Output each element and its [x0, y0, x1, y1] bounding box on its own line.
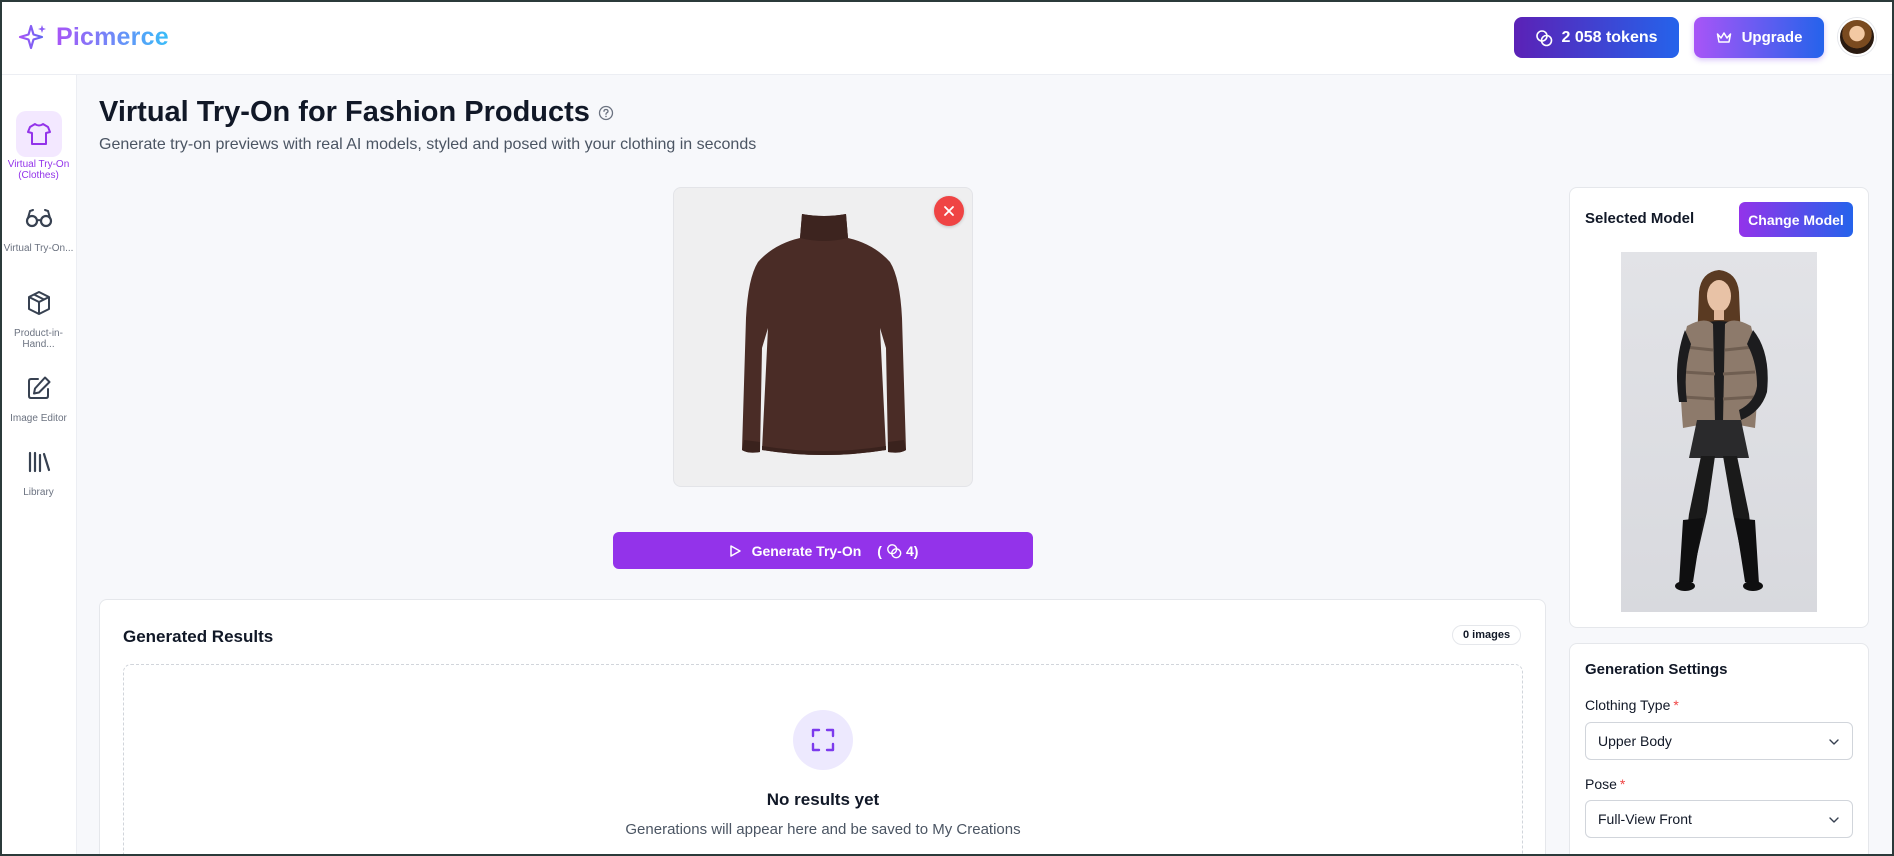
chevron-down-icon	[1829, 817, 1839, 823]
generate-label: Generate Try-On	[751, 542, 862, 559]
box-icon	[27, 291, 50, 315]
generate-try-on-button[interactable]: Generate Try-On ( 4)	[613, 532, 1033, 569]
upgrade-label: Upgrade	[1741, 29, 1803, 46]
sidebar-icon-wrap	[16, 195, 62, 241]
brand-name: Picmerce	[56, 22, 169, 51]
model-photo	[1621, 252, 1817, 612]
sidebar-icon-wrap	[16, 365, 62, 411]
tokens-button[interactable]: 2 058 tokens	[1514, 17, 1679, 58]
edit-icon	[27, 376, 50, 399]
sidebar-icon-wrap	[16, 280, 62, 326]
change-model-button[interactable]: Change Model	[1739, 202, 1853, 237]
sweater-image	[742, 214, 906, 455]
sidebar-item-virtual-try-on[interactable]: Virtual Try-On...	[0, 195, 77, 254]
remove-image-button[interactable]	[934, 196, 964, 226]
sidebar-icon-wrap	[15, 111, 62, 157]
sidebar-item-label: Virtual Try-On...	[3, 243, 74, 254]
close-icon	[944, 206, 954, 216]
cost-open: (	[877, 542, 882, 559]
model-figure-image	[1675, 270, 1768, 591]
clothing-type-label: Clothing Type *	[1585, 697, 1679, 713]
sidebar-item-label: Image Editor	[10, 413, 67, 424]
selected-model-title: Selected Model	[1585, 210, 1695, 227]
results-title: Generated Results	[123, 627, 274, 646]
clothing-type-label-text: Clothing Type	[1585, 697, 1671, 713]
clothing-type-select[interactable]: Upper Body	[1585, 722, 1853, 760]
brand-logo[interactable]: Picmerce	[18, 22, 169, 52]
clothing-type-value: Upper Body	[1598, 733, 1672, 749]
sidebar-item-label: Product-in-Hand...	[14, 328, 63, 350]
pose-value: Full-View Front	[1598, 811, 1692, 827]
empty-state-title: No results yet	[766, 790, 880, 809]
generation-settings-title: Generation Settings	[1585, 661, 1728, 678]
coins-icon	[887, 543, 902, 558]
user-avatar[interactable]	[1838, 18, 1876, 56]
chevron-down-icon	[1829, 739, 1839, 745]
pose-select[interactable]: Full-View Front	[1585, 800, 1853, 838]
help-icon[interactable]	[598, 105, 614, 121]
empty-state-icon-wrap	[793, 710, 853, 770]
sidebar: Virtual Try-On (Clothes) Virtual Try-On.…	[0, 75, 77, 856]
sidebar-item-label: Library	[23, 487, 54, 498]
sparkle-icon	[18, 24, 46, 50]
sidebar-item-virtual-try-on-clothes[interactable]: Virtual Try-On (Clothes)	[0, 111, 77, 181]
crown-icon	[1716, 31, 1731, 43]
glasses-icon	[25, 209, 52, 228]
page-subtitle: Generate try-on previews with real AI mo…	[99, 136, 757, 153]
tokens-label: 2 058 tokens	[1561, 28, 1658, 46]
sidebar-item-product-in-hand[interactable]: Product-in-Hand...	[0, 280, 77, 350]
empty-state-subtitle: Generations will appear here and be save…	[625, 821, 1021, 838]
product-image-card[interactable]	[673, 187, 973, 487]
play-icon	[729, 544, 741, 557]
pose-label: Pose *	[1585, 776, 1625, 792]
pose-label-text: Pose	[1585, 776, 1617, 792]
results-count-badge: 0 images	[1452, 625, 1522, 645]
library-icon	[28, 451, 50, 473]
fullscreen-icon	[811, 728, 835, 752]
top-header: Picmerce 2 058 tokens Upgrade	[0, 0, 1894, 75]
required-mark: *	[1619, 776, 1626, 792]
cost-value: 4)	[905, 542, 919, 559]
sidebar-item-label: Virtual Try-On (Clothes)	[7, 159, 70, 181]
sidebar-item-image-editor[interactable]: Image Editor	[0, 365, 77, 424]
shirt-icon	[26, 123, 51, 145]
generate-cost: ( 4)	[877, 543, 918, 559]
page-title: Virtual Try-On for Fashion Products	[99, 96, 590, 128]
coins-icon	[1536, 29, 1553, 46]
upgrade-button[interactable]: Upgrade	[1694, 17, 1824, 58]
required-mark: *	[1673, 697, 1679, 713]
sidebar-icon-wrap	[16, 439, 62, 485]
sidebar-item-library[interactable]: Library	[0, 439, 77, 498]
